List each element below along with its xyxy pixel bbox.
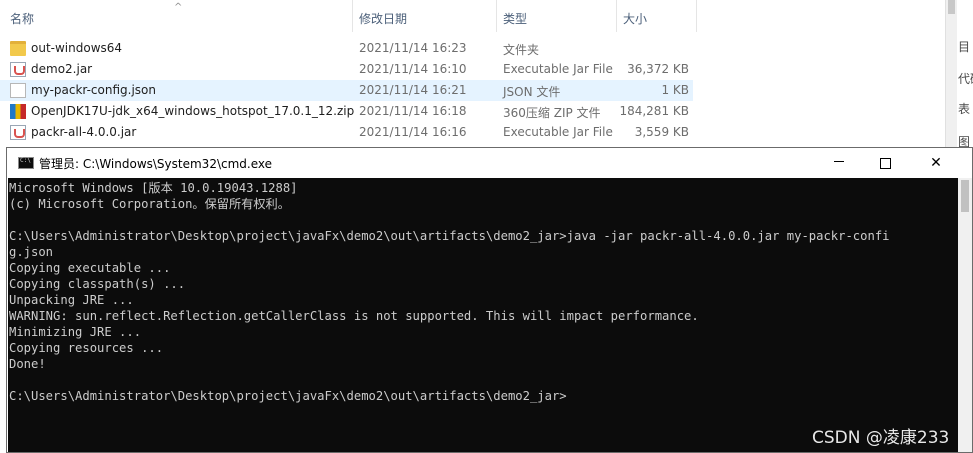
file-name: OpenJDK17U-jdk_x64_windows_hotspot_17.0.…: [31, 104, 355, 118]
folder-icon: [10, 41, 26, 56]
file-explorer: 名称 ^ 修改日期 类型 大小 out-windows64 2021/11/14…: [0, 0, 973, 150]
file-row[interactable]: packr-all-4.0.0.jar 2021/11/14 16:16 Exe…: [0, 122, 693, 143]
file-size: 184,281 KB: [619, 104, 689, 118]
file-row[interactable]: out-windows64 2021/11/14 16:23 文件夹: [0, 38, 693, 59]
column-header-size[interactable]: 大小: [617, 0, 697, 32]
file-type: 360压缩 ZIP 文件: [503, 106, 601, 120]
file-type: JSON 文件: [503, 85, 561, 99]
column-header-type[interactable]: 类型: [497, 0, 617, 32]
json-icon: [10, 83, 26, 98]
scrollbar-thumb[interactable]: [961, 180, 969, 212]
file-type: Executable Jar File: [503, 125, 613, 139]
file-name: demo2.jar: [31, 62, 93, 76]
file-type: Executable Jar File: [503, 62, 613, 76]
file-size: 3,559 KB: [634, 125, 689, 139]
file-row[interactable]: demo2.jar 2021/11/14 16:10 Executable Ja…: [0, 59, 693, 80]
maximize-icon: [879, 158, 891, 169]
file-name: out-windows64: [31, 41, 123, 55]
console-output[interactable]: Microsoft Windows [版本 10.0.19043.1288] (…: [8, 178, 958, 452]
right-panel-scrollbar[interactable]: [946, 0, 957, 150]
right-panel-item[interactable]: 代码: [958, 70, 973, 87]
close-button[interactable]: ✕: [908, 148, 964, 178]
zip-icon: [10, 104, 26, 119]
cmd-titlebar[interactable]: 管理员: C:\Windows\System32\cmd.exe ✕: [7, 148, 972, 178]
sort-ascending-icon: ^: [174, 2, 183, 13]
file-type: 文件夹: [503, 43, 540, 57]
file-size: 36,372 KB: [627, 62, 689, 76]
maximize-button[interactable]: [862, 148, 908, 178]
console-scrollbar[interactable]: [958, 178, 972, 452]
right-side-panel: 目 代码 表 图: [945, 0, 973, 150]
console-text: Microsoft Windows [版本 10.0.19043.1288] (…: [9, 181, 890, 403]
file-row[interactable]: OpenJDK17U-jdk_x64_windows_hotspot_17.0.…: [0, 101, 693, 122]
file-size: 1 KB: [661, 83, 689, 97]
file-row-selected[interactable]: my-packr-config.json 2021/11/14 16:21 JS…: [0, 80, 693, 101]
watermark: CSDN @凌康233: [812, 428, 950, 448]
right-panel-item[interactable]: 表: [958, 100, 970, 117]
jar-icon: [10, 125, 26, 140]
cmd-window[interactable]: 管理员: C:\Windows\System32\cmd.exe ✕ Micro…: [6, 147, 973, 453]
jar-icon: [10, 62, 26, 77]
file-date: 2021/11/14 16:16: [359, 125, 467, 139]
file-name: my-packr-config.json: [31, 83, 156, 97]
scrollbar-thumb[interactable]: [948, 0, 955, 14]
cmd-icon[interactable]: [18, 157, 34, 169]
right-panel-item[interactable]: 目: [958, 38, 970, 55]
file-date: 2021/11/14 16:21: [359, 83, 467, 97]
column-header-date[interactable]: 修改日期: [353, 0, 497, 32]
file-name: packr-all-4.0.0.jar: [31, 125, 137, 139]
cmd-title: 管理员: C:\Windows\System32\cmd.exe: [39, 157, 272, 171]
file-date: 2021/11/14 16:23: [359, 41, 467, 55]
minimize-icon: [834, 161, 844, 162]
file-date: 2021/11/14 16:18: [359, 104, 467, 118]
file-date: 2021/11/14 16:10: [359, 62, 467, 76]
minimize-button[interactable]: [816, 148, 862, 178]
